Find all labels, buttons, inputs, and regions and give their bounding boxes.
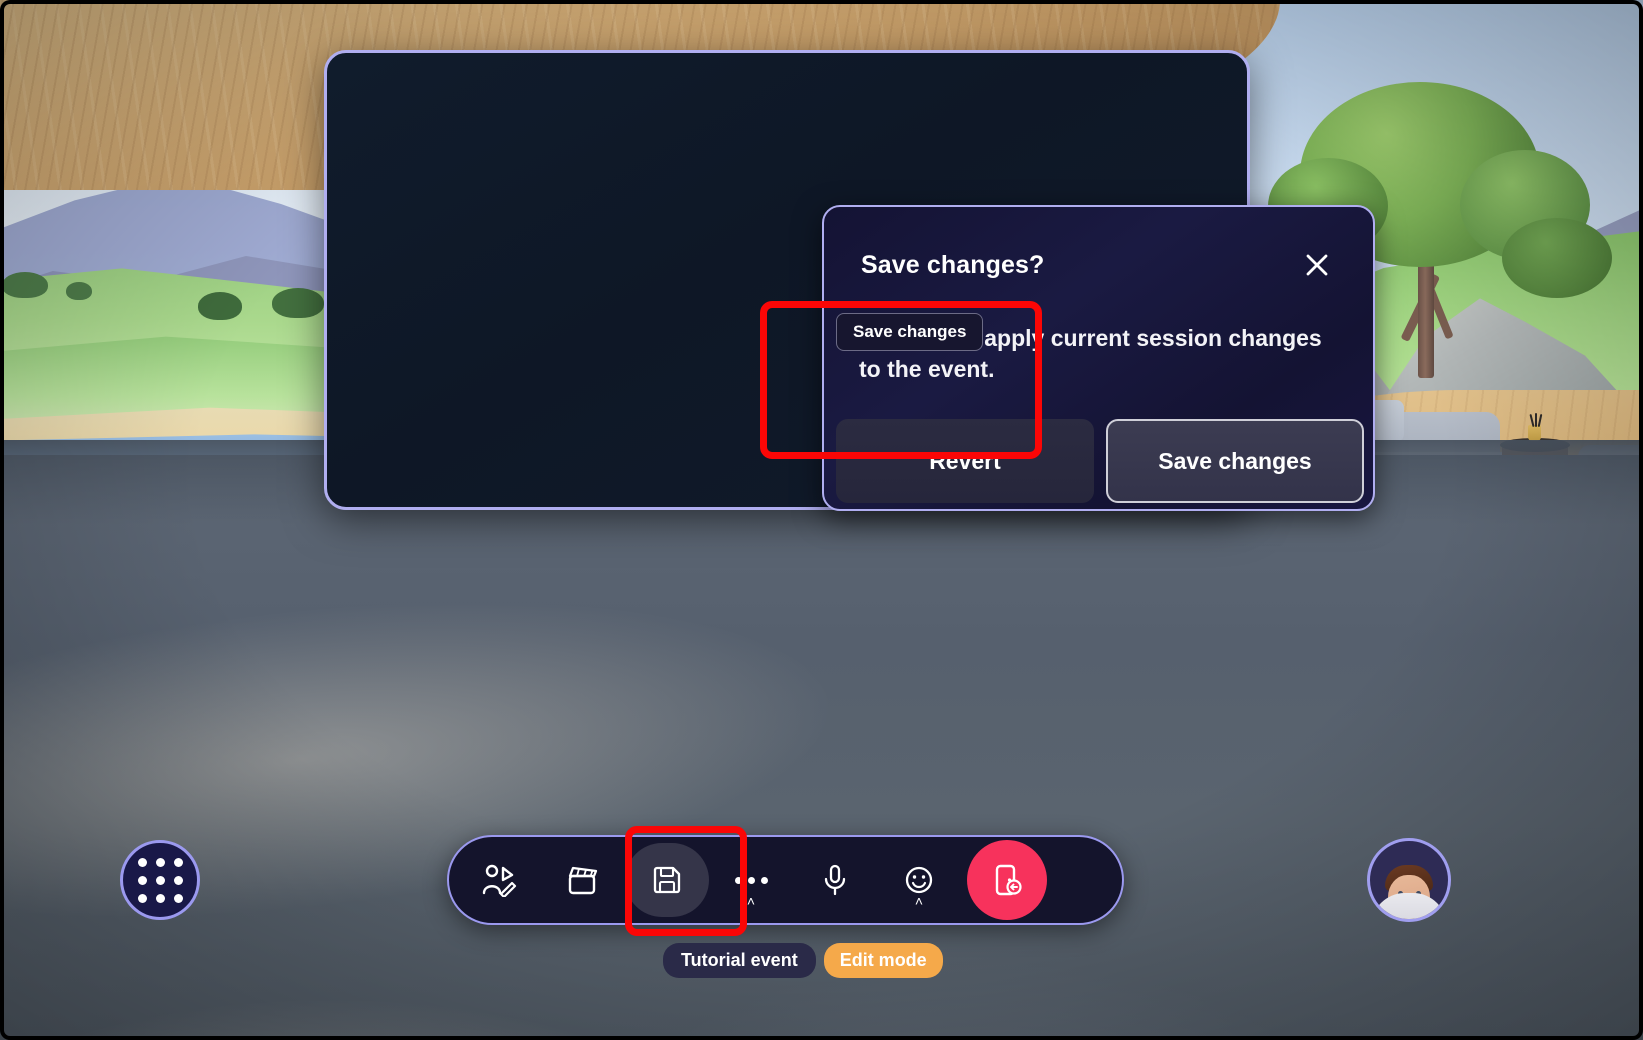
- status-row: Tutorial event Edit mode: [663, 943, 943, 978]
- chevron-up-icon: ˄: [746, 893, 756, 909]
- clapperboard-icon: [568, 866, 598, 895]
- dot: [155, 857, 165, 867]
- pens: [1535, 413, 1537, 427]
- edit-mode-chip: Edit mode: [823, 943, 943, 978]
- leave-button[interactable]: [967, 840, 1047, 920]
- avatar[interactable]: [1367, 838, 1451, 922]
- dot: [173, 857, 183, 867]
- microphone-icon: [824, 864, 846, 896]
- scene-clapperboard-button[interactable]: [541, 843, 625, 917]
- dialog-actions: Revert Save changes: [836, 419, 1366, 503]
- save-button[interactable]: [625, 843, 709, 917]
- avatar-body: [1371, 893, 1447, 919]
- tree-canopy: [1502, 218, 1612, 298]
- save-changes-tooltip: Save changes: [836, 313, 984, 351]
- pen-cup: [1528, 425, 1541, 441]
- close-icon[interactable]: [1295, 243, 1339, 287]
- ellipsis-icon: [734, 876, 768, 884]
- dot: [155, 893, 165, 903]
- bottom-toolbar: ˄ ˄: [447, 835, 1124, 925]
- floppy-save-icon: [653, 866, 681, 894]
- leave-door-icon: [995, 864, 1022, 896]
- customize-avatar-button[interactable]: [457, 843, 541, 917]
- dot: [173, 893, 183, 903]
- more-button[interactable]: ˄: [709, 843, 793, 917]
- dot: [155, 875, 165, 885]
- bush: [2, 272, 48, 298]
- bush: [66, 282, 92, 300]
- apps-grid-icon[interactable]: [120, 840, 200, 920]
- chevron-up-icon: ˄: [914, 893, 924, 909]
- event-name-chip: Tutorial event: [663, 943, 816, 978]
- dot: [747, 876, 755, 884]
- bush: [198, 292, 242, 320]
- reactions-button[interactable]: ˄: [877, 843, 961, 917]
- microphone-button[interactable]: [793, 843, 877, 917]
- dot: [137, 893, 147, 903]
- event-panel: Save changes? Saving will apply current …: [324, 50, 1375, 511]
- dot: [734, 876, 742, 884]
- smiley-icon: [905, 866, 933, 894]
- dot: [760, 876, 768, 884]
- dot: [137, 875, 147, 885]
- save-changes-dialog: Save changes? Saving will apply current …: [822, 205, 1375, 511]
- avatar-pencil-icon: [482, 864, 517, 897]
- dot: [137, 857, 147, 867]
- dot: [173, 875, 183, 885]
- dialog-title: Save changes?: [861, 251, 1045, 279]
- bush: [272, 288, 324, 318]
- revert-button[interactable]: Revert: [836, 419, 1094, 503]
- save-changes-button[interactable]: Save changes: [1106, 419, 1364, 503]
